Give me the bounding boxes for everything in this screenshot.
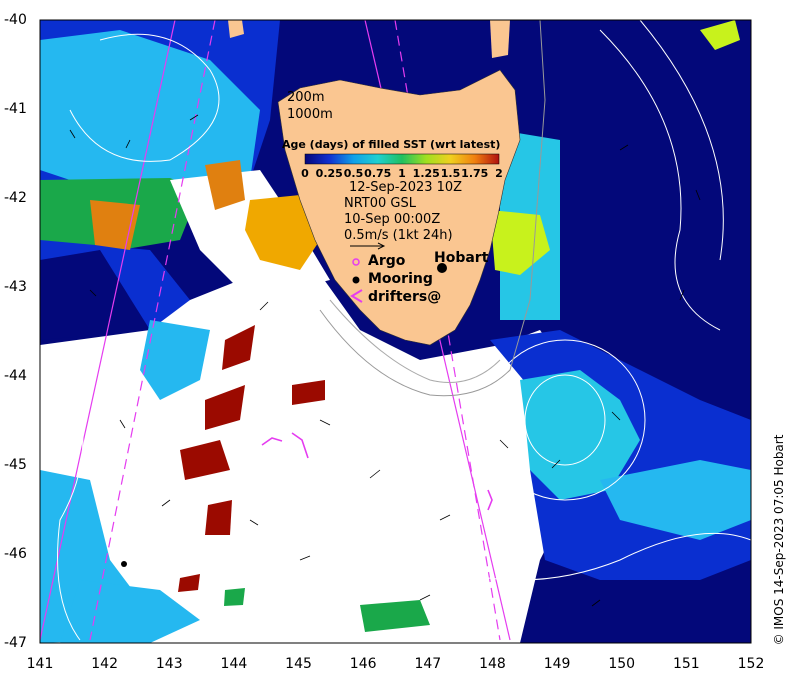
red-patch-5 [205,500,232,535]
mooring-marker [121,561,127,567]
analysis-time: 10-Sep 00:00Z [344,212,441,227]
colorbar-tick-label: 1.75 [461,167,489,180]
product-name: NRT00 GSL [344,196,416,211]
y-tick-label: -40 [4,12,27,28]
depth-label-1000m: 1000m [287,107,333,122]
x-tick-label: 149 [543,656,571,672]
green-patch-south2 [224,588,245,606]
colorbar-tick-label: 1.25 [412,167,440,180]
x-tick-label: 143 [155,656,183,672]
colorbar-tick-label: 1 [398,167,406,180]
x-tick-label: 150 [608,656,636,672]
colorbar [304,153,500,165]
mooring-legend-marker [352,276,360,284]
y-tick-label: -46 [4,546,27,562]
x-tick-label: 148 [479,656,506,672]
x-tick-label: 144 [220,656,248,672]
colorbar-title: Age (days) of filled SST (wrt latest) [282,138,501,151]
colorbar-tick-label: 0.75 [364,167,392,180]
legend-mooring: Mooring [368,271,433,287]
x-tick-label: 141 [26,656,54,672]
x-tick-label: 142 [91,656,118,672]
sst-map [39,19,752,644]
city-label-hobart: Hobart [434,250,489,266]
colorbar-tick-label: 0.5 [343,167,364,180]
colorbar-tick-label: 0 [301,167,309,180]
y-tick-label: -43 [4,279,27,295]
legend-argo: Argo [368,253,406,269]
legend-drifters: drifters@ [368,289,442,305]
colorbar-tick-label: 0.25 [315,167,343,180]
vector-scale: 0.5m/s (1kt 24h) [344,228,453,243]
colorbar-tick-label: 2 [495,167,503,180]
y-tick-label: -41 [4,101,27,117]
map-date: 12-Sep-2023 10Z [349,180,463,195]
y-tick-label: -47 [4,635,27,651]
depth-label-200m: 200m [287,90,325,105]
x-tick-label: 145 [285,656,312,672]
y-tick-label: -42 [4,190,27,206]
x-tick-label: 147 [414,656,442,672]
mainland-coast-2 [490,20,510,58]
x-tick-label: 146 [349,656,377,672]
colorbar-tick-label: 1.5 [440,167,461,180]
y-tick-label: -44 [4,368,27,384]
y-tick-label: -45 [4,457,27,473]
x-tick-label: 151 [672,656,700,672]
credit-text: © IMOS 14-Sep-2023 07:05 Hobart [772,434,786,646]
x-tick-label: 152 [737,656,765,672]
